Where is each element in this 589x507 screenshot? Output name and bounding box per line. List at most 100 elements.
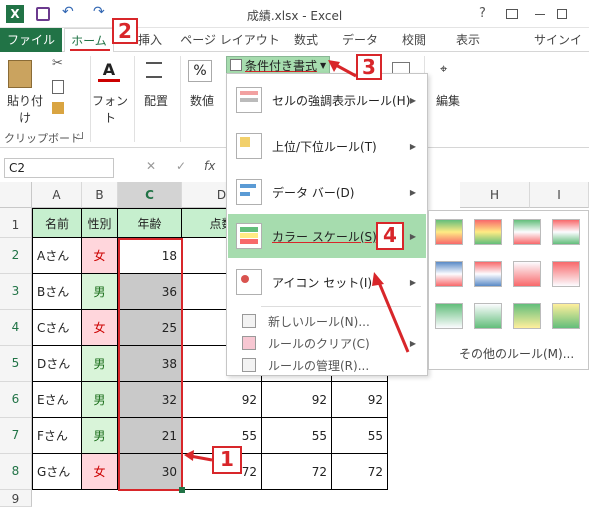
- submenu-arrow-icon: ▶: [409, 95, 416, 105]
- color-scale-submenu: その他のルール(M)...: [428, 210, 589, 370]
- header-cell-age[interactable]: 年齢: [118, 208, 182, 238]
- score-cell-e[interactable]: 55: [262, 418, 332, 454]
- ribbon-display-icon[interactable]: [506, 9, 518, 19]
- tab-data[interactable]: データ: [340, 28, 380, 52]
- color-scale-green-white-red[interactable]: [513, 219, 541, 245]
- score-cell-e[interactable]: 92: [262, 382, 332, 418]
- conditional-format-button[interactable]: 条件付き書式 ▼: [226, 56, 330, 74]
- color-scale-green-white[interactable]: [435, 303, 463, 329]
- sex-cell[interactable]: 女: [82, 310, 118, 346]
- arrow-to-color-scale: [372, 272, 410, 353]
- name-cell[interactable]: Aさん: [32, 238, 82, 274]
- row-header[interactable]: 7: [0, 418, 32, 454]
- score-cell-e[interactable]: 72: [262, 454, 332, 490]
- menu-item-label: データ バー(D): [272, 185, 355, 200]
- arrow-to-conditional-format: [328, 60, 357, 78]
- menu-item-label: ルールの管理(R)...: [268, 358, 370, 373]
- paste-icon[interactable]: [8, 60, 32, 88]
- select-all-corner[interactable]: [0, 182, 32, 208]
- row-header[interactable]: 6: [0, 382, 32, 418]
- number-button[interactable]: 数値: [182, 92, 222, 109]
- tab-formulas[interactable]: 数式: [288, 28, 324, 52]
- row-header[interactable]: 3: [0, 274, 32, 310]
- color-scale-green-yellow-red[interactable]: [435, 219, 463, 245]
- copy-icon[interactable]: [52, 80, 64, 94]
- edit-button[interactable]: 編集: [428, 92, 468, 109]
- name-box[interactable]: C2: [4, 158, 114, 178]
- menu-item-top-bottom-rules[interactable]: 上位/下位ルール(T) ▶: [228, 124, 426, 168]
- color-scale-red-yellow-green[interactable]: [474, 219, 502, 245]
- data-bar-icon: [236, 179, 262, 205]
- font-icon[interactable]: A: [98, 60, 120, 82]
- color-scale-red-white-green[interactable]: [552, 219, 580, 245]
- color-scale-white-green[interactable]: [474, 303, 502, 329]
- tab-review[interactable]: 校閲: [394, 28, 434, 52]
- color-scale-blue-white-red[interactable]: [435, 261, 463, 287]
- paste-button[interactable]: 貼り付け: [2, 92, 48, 126]
- clipboard-launcher-icon[interactable]: [76, 132, 83, 139]
- column-header-a[interactable]: A: [32, 182, 82, 208]
- column-header-b[interactable]: B: [82, 182, 118, 208]
- score-cell-f[interactable]: 72: [332, 454, 388, 490]
- tab-signin[interactable]: サインイン: [530, 28, 586, 71]
- name-cell[interactable]: Fさん: [32, 418, 82, 454]
- name-cell[interactable]: Bさん: [32, 274, 82, 310]
- row-header[interactable]: 5: [0, 346, 32, 382]
- maximize-icon[interactable]: [557, 9, 567, 19]
- binoculars-icon[interactable]: ⌖: [440, 62, 447, 77]
- row-header[interactable]: 2: [0, 238, 32, 274]
- color-scale-yellow-green[interactable]: [552, 303, 580, 329]
- menu-item-label: カラー スケール(S): [272, 229, 377, 244]
- percent-icon[interactable]: %: [188, 60, 212, 82]
- header-cell-name[interactable]: 名前: [32, 208, 82, 238]
- title-bar: X ↶ ↷ 成績.xlsx - Excel ?: [0, 0, 589, 28]
- fx-icon[interactable]: fx: [204, 159, 215, 173]
- name-cell[interactable]: Cさん: [32, 310, 82, 346]
- font-button[interactable]: フォント: [90, 92, 130, 126]
- column-header-i[interactable]: I: [530, 182, 589, 208]
- cancel-icon[interactable]: ✕: [146, 159, 156, 173]
- sex-cell[interactable]: 女: [82, 454, 118, 490]
- sex-cell[interactable]: 男: [82, 382, 118, 418]
- help-icon[interactable]: ?: [479, 6, 486, 21]
- name-cell[interactable]: Gさん: [32, 454, 82, 490]
- header-cell-sex[interactable]: 性別: [82, 208, 118, 238]
- menu-item-label: 上位/下位ルール(T): [272, 139, 377, 154]
- tab-view[interactable]: 表示: [448, 28, 488, 52]
- menu-item-label: 新しいルール(N)...: [268, 314, 370, 329]
- new-rule-icon: [242, 314, 256, 328]
- tab-file[interactable]: ファイル: [0, 28, 62, 52]
- color-scale-red-white[interactable]: [552, 261, 580, 287]
- column-header-c[interactable]: C: [118, 182, 182, 208]
- score-cell[interactable]: 92: [182, 382, 262, 418]
- row-header[interactable]: 4: [0, 310, 32, 346]
- sex-cell[interactable]: 女: [82, 238, 118, 274]
- sex-cell[interactable]: 男: [82, 346, 118, 382]
- row-header[interactable]: 9: [0, 490, 32, 507]
- color-scale-green-yellow[interactable]: [513, 303, 541, 329]
- row-header[interactable]: 1: [0, 208, 32, 238]
- name-cell[interactable]: Eさん: [32, 382, 82, 418]
- column-header-h[interactable]: H: [460, 182, 530, 208]
- align-button[interactable]: 配置: [136, 92, 176, 109]
- color-scale-red-white-blue[interactable]: [474, 261, 502, 287]
- enter-icon[interactable]: ✓: [176, 159, 186, 173]
- sex-cell[interactable]: 男: [82, 418, 118, 454]
- menu-item-highlight-rules[interactable]: セルの強調表示ルール(H) ▶: [228, 78, 426, 122]
- align-icon[interactable]: [146, 62, 162, 78]
- menu-item-data-bar[interactable]: データ バー(D) ▶: [228, 170, 426, 214]
- row-header[interactable]: 8: [0, 454, 32, 490]
- color-scale-white-red[interactable]: [513, 261, 541, 287]
- minimize-icon[interactable]: [535, 14, 545, 15]
- fill-handle[interactable]: [179, 487, 185, 493]
- more-rules-link[interactable]: その他のルール(M)...: [459, 345, 574, 362]
- format-painter-icon[interactable]: [52, 102, 64, 114]
- score-cell-f[interactable]: 55: [332, 418, 388, 454]
- tab-page-layout[interactable]: ページ レイアウト: [180, 28, 280, 52]
- callout-3: 3: [356, 54, 382, 80]
- sex-cell[interactable]: 男: [82, 274, 118, 310]
- cut-icon[interactable]: ✂: [52, 56, 63, 71]
- score-cell-f[interactable]: 92: [332, 382, 388, 418]
- submenu-arrow-icon: ▶: [409, 141, 416, 151]
- name-cell[interactable]: Dさん: [32, 346, 82, 382]
